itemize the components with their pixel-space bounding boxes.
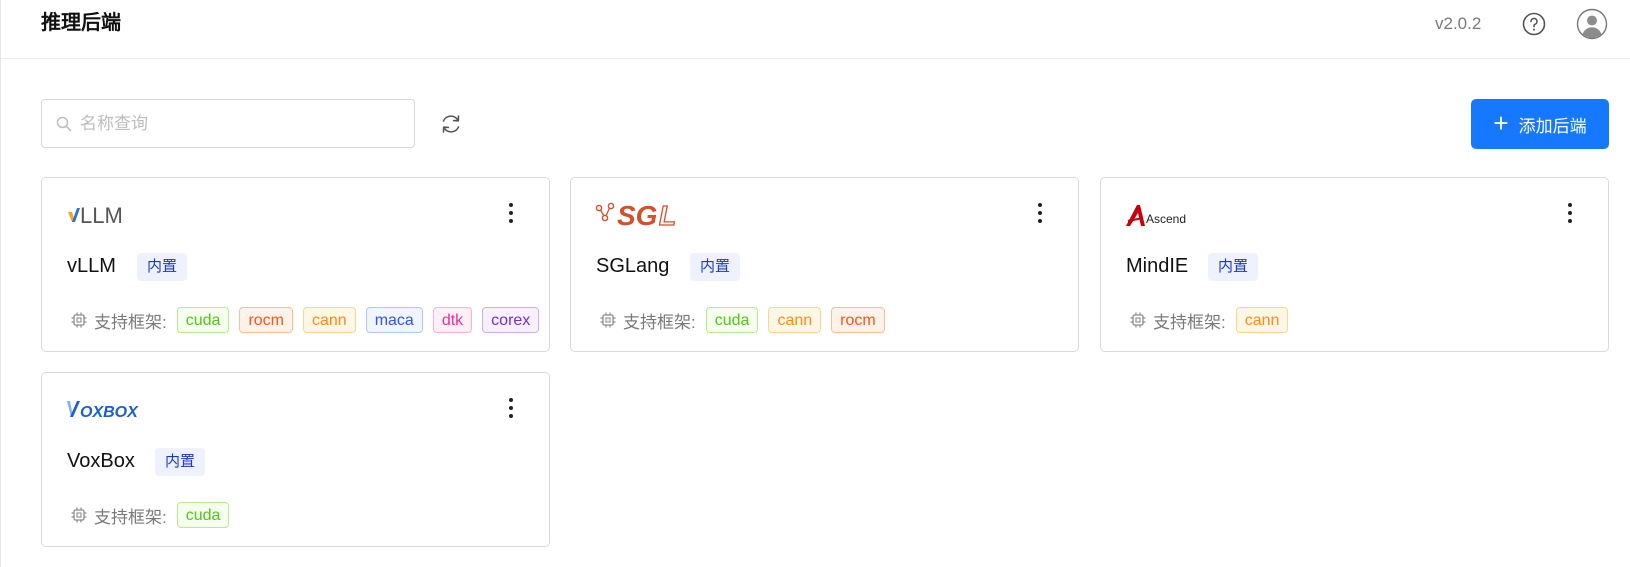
- cpu-chip-icon: [1130, 312, 1146, 328]
- svg-text:SG: SG: [617, 200, 657, 231]
- search-field[interactable]: [41, 99, 415, 148]
- backend-card-mindie[interactable]: Ascend MindIE 内置 支持框架: cann: [1100, 177, 1609, 352]
- more-menu-icon[interactable]: [1030, 200, 1050, 226]
- backend-name: SGLang: [596, 255, 670, 277]
- framework-chip-cuda: cuda: [705, 307, 759, 333]
- voxbox-logo: OXBOX: [67, 401, 139, 421]
- framework-label: 支持框架:: [94, 312, 167, 332]
- backend-name: vLLM: [67, 255, 116, 277]
- svg-text:OXBOX: OXBOX: [80, 404, 139, 421]
- more-menu-icon[interactable]: [501, 200, 521, 226]
- refresh-icon[interactable]: [438, 111, 464, 137]
- search-input[interactable]: [78, 112, 382, 135]
- framework-chip-cuda: cuda: [176, 502, 230, 528]
- framework-chip-cuda: cuda: [176, 307, 230, 333]
- version-label: v2.0.2: [1435, 14, 1482, 33]
- framework-chip-cann: cann: [1235, 307, 1289, 333]
- svg-text:L: L: [659, 200, 676, 231]
- svg-text:LLM: LLM: [80, 203, 123, 228]
- framework-chips: cann: [1235, 307, 1289, 333]
- builtin-tag: 内置: [1208, 253, 1259, 281]
- plus-icon: +: [1493, 107, 1509, 138]
- more-menu-icon[interactable]: [501, 395, 521, 421]
- framework-label: 支持框架:: [94, 507, 167, 527]
- ascend-logo-text: Ascend: [1146, 212, 1186, 226]
- builtin-tag: 内置: [690, 253, 741, 281]
- help-circle-icon[interactable]: [1521, 11, 1547, 37]
- framework-chip-rocm: rocm: [831, 307, 885, 333]
- search-icon: [56, 116, 72, 131]
- backend-card-vllm[interactable]: LLM vLLM 内置 支持框架: cuda rocm cann maca dtk cor…: [41, 177, 550, 352]
- backend-name: VoxBox: [67, 450, 135, 472]
- framework-row: 支持框架: cuda cann rocm: [599, 307, 885, 333]
- cpu-chip-icon: [600, 312, 616, 328]
- framework-row: 支持框架: cuda: [70, 502, 230, 528]
- more-menu-icon[interactable]: [1560, 200, 1580, 226]
- sglang-logo: SG L: [595, 199, 677, 232]
- framework-label: 支持框架:: [1153, 312, 1226, 332]
- builtin-tag: 内置: [155, 448, 206, 476]
- framework-row: 支持框架: cann: [1129, 307, 1289, 333]
- add-backend-button[interactable]: + 添加后端: [1471, 99, 1609, 149]
- backend-card-sglang[interactable]: SG L SGLang 内置 支持框架: cuda cann rocm: [570, 177, 1079, 352]
- cpu-chip-icon: [71, 507, 87, 523]
- framework-chip-rocm: rocm: [239, 307, 293, 333]
- cpu-chip-icon: [71, 312, 87, 328]
- user-avatar-icon[interactable]: [1576, 8, 1608, 40]
- framework-chip-corex: corex: [482, 307, 540, 333]
- framework-chip-cann: cann: [303, 307, 356, 333]
- framework-chips: cuda: [176, 502, 230, 528]
- framework-chip-dtk: dtk: [432, 307, 473, 333]
- vllm-logo: LLM: [68, 203, 123, 228]
- app-header: 推理后端 v2.0.2: [1, 0, 1630, 59]
- page-title: 推理后端: [41, 12, 121, 34]
- backend-name: MindIE: [1126, 255, 1189, 277]
- framework-chips: cuda rocm cann maca dtk corex: [176, 307, 540, 333]
- add-backend-label: 添加后端: [1518, 116, 1587, 136]
- framework-chip-cann: cann: [768, 307, 822, 333]
- framework-label: 支持框架:: [623, 312, 696, 332]
- framework-row: 支持框架: cuda rocm cann maca dtk corex: [70, 307, 540, 333]
- backend-card-voxbox[interactable]: OXBOX VoxBox 内置 支持框架: cuda: [41, 372, 550, 547]
- ascend-logo: Ascend: [1126, 205, 1186, 226]
- framework-chips: cuda cann rocm: [705, 307, 885, 333]
- framework-chip-maca: maca: [365, 307, 423, 333]
- builtin-tag: 内置: [137, 253, 188, 281]
